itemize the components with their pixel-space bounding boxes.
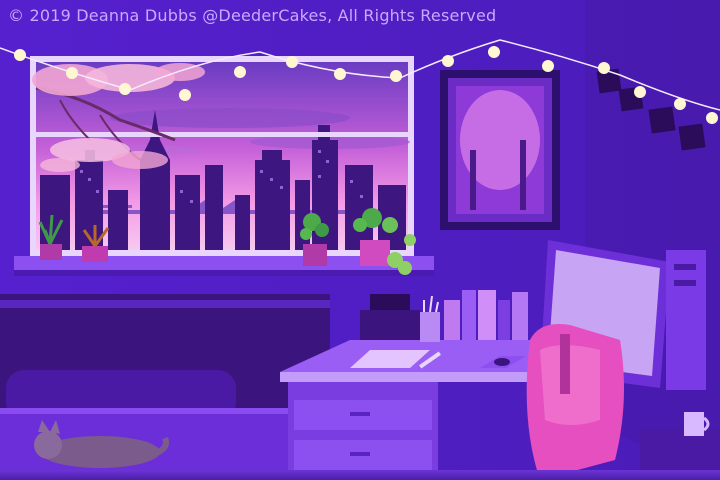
copyright-watermark: © 2019 Deanna Dubbs @DeederCakes, All Ri…	[8, 6, 497, 25]
room-illustration	[0, 0, 720, 480]
framed-artwork	[440, 70, 560, 230]
chair-towel	[560, 334, 570, 394]
bedroom-pixel-art-scene: © 2019 Deanna Dubbs @DeederCakes, All Ri…	[0, 0, 720, 480]
floor	[0, 470, 720, 480]
window-sill-shadow	[14, 270, 434, 276]
desk-chair	[526, 324, 624, 480]
cloud	[110, 108, 350, 128]
window-mullion	[36, 132, 408, 137]
computer-tower	[666, 250, 706, 390]
